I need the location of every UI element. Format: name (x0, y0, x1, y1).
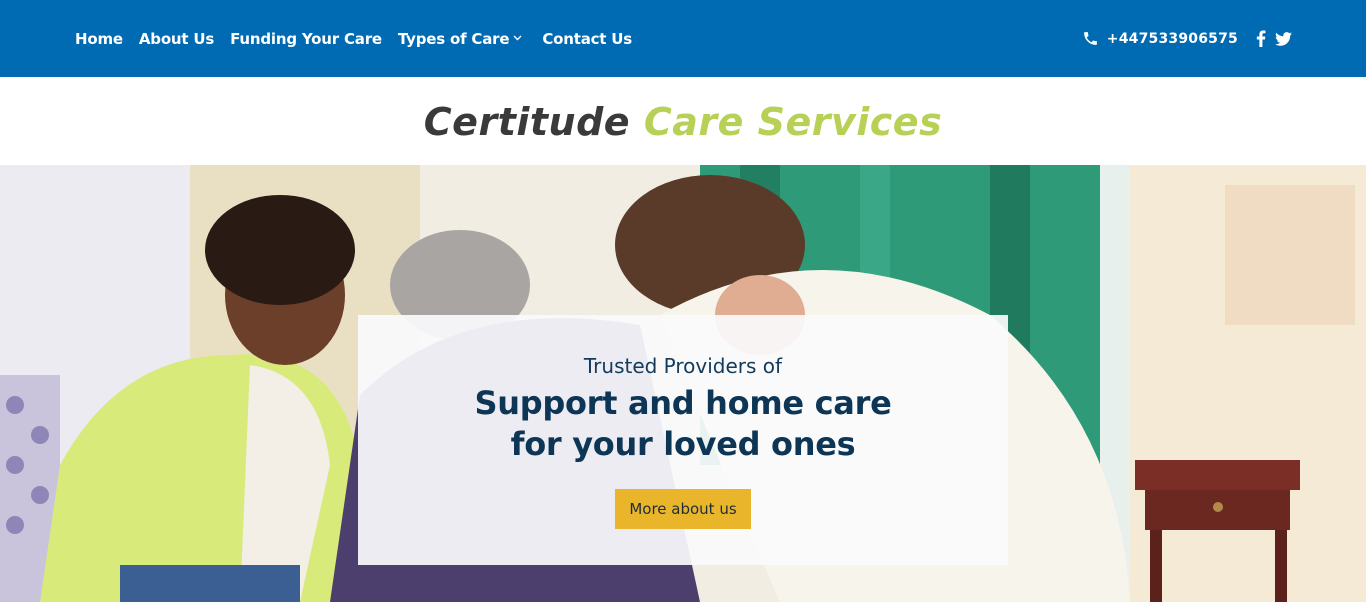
nav-item-label: Home (75, 29, 123, 48)
hero-eyebrow: Trusted Providers of (583, 354, 783, 378)
hero-card: Trusted Providers of Support and home ca… (358, 315, 1008, 565)
site-logo[interactable]: Certitude Care Services (424, 100, 942, 144)
nav-item-contact-us[interactable]: Contact Us (542, 30, 632, 48)
top-navigation-bar: Home About Us Funding Your Care Types of… (0, 0, 1366, 77)
phone-icon (1082, 30, 1099, 47)
header-contact: +447533906575 (1082, 0, 1292, 77)
chevron-down-icon (513, 34, 522, 44)
phone-number-link[interactable]: +447533906575 (1107, 31, 1238, 47)
hero-title-line: Support and home care (474, 384, 892, 422)
nav-item-about-us[interactable]: About Us (139, 30, 214, 48)
facebook-icon[interactable] (1252, 30, 1270, 48)
nav-item-label: Funding Your Care (230, 29, 382, 48)
nav-item-home[interactable]: Home (75, 30, 123, 48)
main-nav: Home About Us Funding Your Care Types of… (75, 0, 648, 77)
hero-section: Trusted Providers of Support and home ca… (0, 165, 1366, 602)
nav-item-funding-your-care[interactable]: Funding Your Care (230, 30, 382, 48)
logo-band: Certitude Care Services (0, 77, 1366, 165)
nav-item-label: Contact Us (542, 29, 633, 48)
nav-item-label: About Us (138, 29, 215, 48)
logo-text-primary: Certitude (423, 100, 631, 144)
hero-title: Support and home care for your loved one… (358, 383, 1008, 465)
logo-text-secondary: Care Services (643, 100, 943, 144)
more-about-us-button[interactable]: More about us (615, 489, 751, 529)
nav-item-types-of-care[interactable]: Types of Care (398, 30, 522, 48)
twitter-icon[interactable] (1274, 30, 1292, 48)
hero-title-line: for your loved ones (510, 425, 856, 463)
nav-item-label: Types of Care (397, 29, 510, 48)
